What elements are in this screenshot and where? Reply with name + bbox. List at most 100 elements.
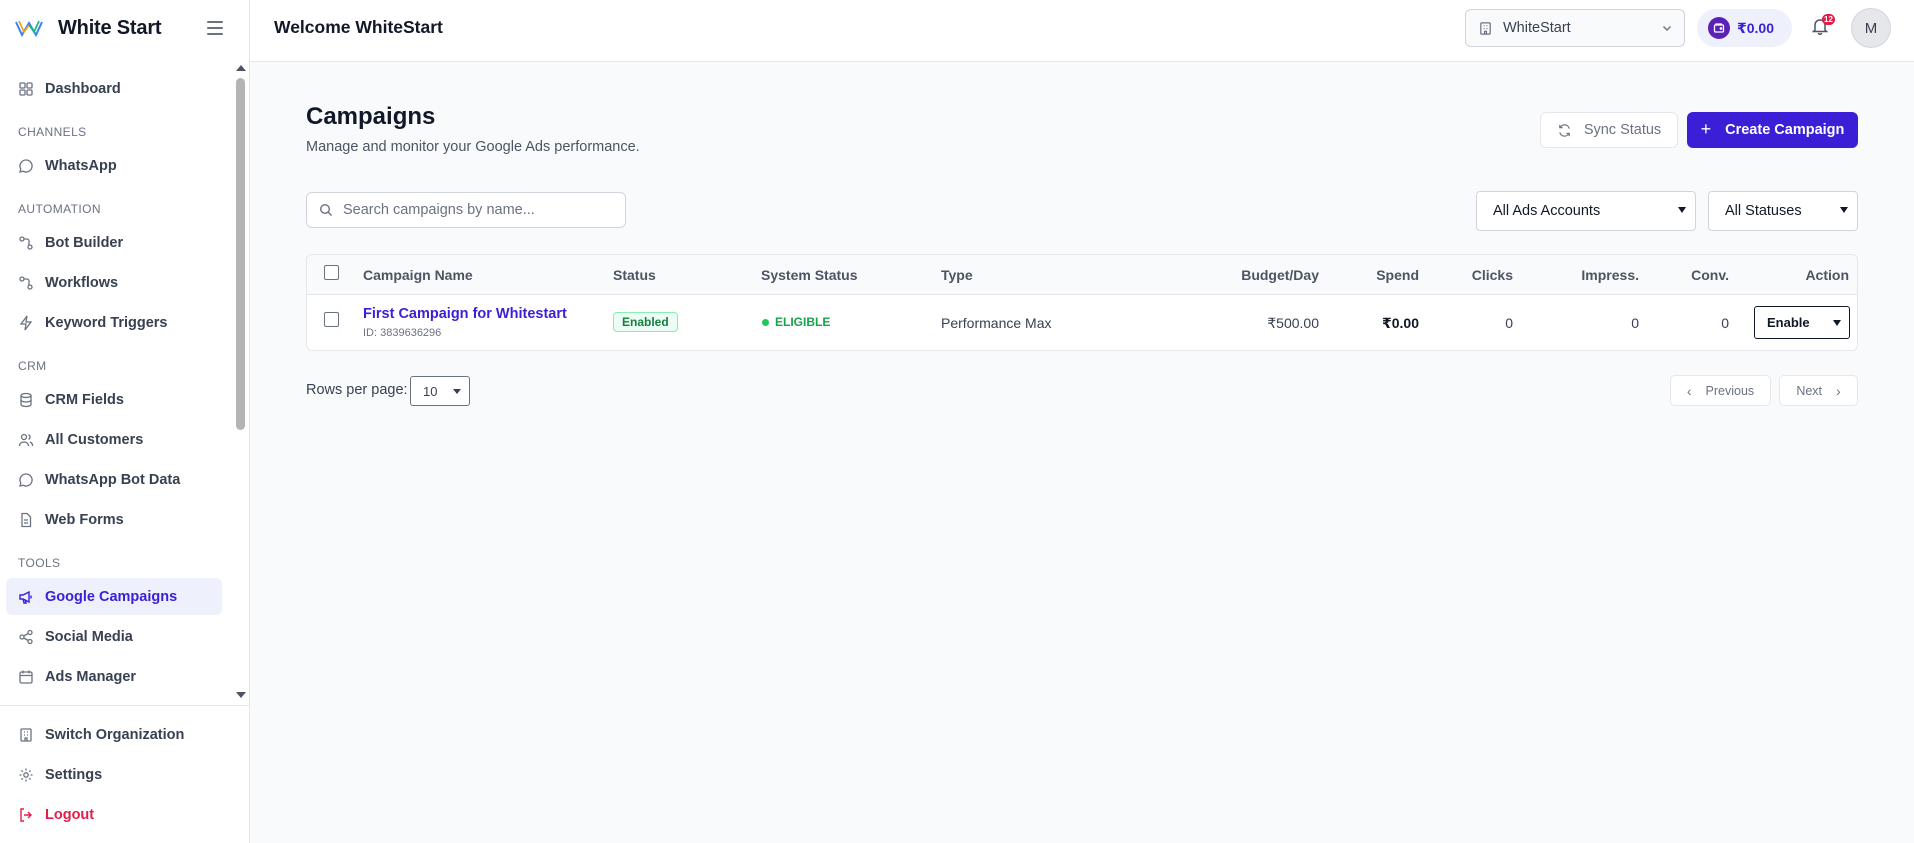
chevron-right-icon: › [1836,382,1841,399]
campaign-id: ID: 3839636296 [363,327,442,339]
ads-account-filter[interactable]: All Ads Accounts [1476,191,1696,231]
campaign-spend: ₹0.00 [1382,315,1419,331]
dashboard-icon [19,81,33,96]
create-campaign-button[interactable]: + Create Campaign [1687,112,1858,148]
campaign-type: Performance Max [941,315,1052,331]
logout-icon [20,807,32,822]
sidebar: White Start Dashboard CHANNELS WhatsApp … [0,0,250,843]
sidebar-item-dashboard[interactable]: Dashboard [6,70,222,107]
previous-label: Previous [1705,383,1755,398]
sidebar-item-label: Logout [45,806,95,823]
campaign-name-link[interactable]: First Campaign for Whitestart [363,306,567,322]
sidebar-item-label: Workflows [45,274,119,291]
sidebar-item-google-campaigns[interactable]: Google Campaigns [6,578,222,615]
section-crm: CRM [18,359,47,373]
campaign-conversions: 0 [1721,315,1729,331]
gear-icon [19,768,33,781]
sidebar-item-ads-manager[interactable]: Ads Manager [6,658,222,695]
scroll-down-arrow-icon[interactable] [236,692,246,698]
status-filter-value: All Statuses [1725,203,1802,219]
sidebar-item-label: All Customers [45,431,144,448]
col-conversions[interactable]: Conv. [1691,267,1729,283]
campaign-action-select[interactable]: Enable [1754,306,1850,339]
chevron-left-icon: ‹ [1686,382,1692,399]
organization-select[interactable]: WhiteStart [1465,9,1685,47]
calendar-icon [19,670,33,684]
sidebar-item-whatsapp-bot-data[interactable]: WhatsApp Bot Data [6,461,222,498]
users-icon [18,433,34,446]
col-action: Action [1805,267,1849,283]
col-clicks[interactable]: Clicks [1472,267,1513,283]
sidebar-item-web-forms[interactable]: Web Forms [6,501,222,538]
notification-badge: 12 [1822,14,1835,25]
plus-icon: + [1700,118,1712,139]
sidebar-item-label: Keyword Triggers [45,314,168,331]
whatsapp-icon [19,472,33,487]
section-automation: AUTOMATION [18,202,101,216]
megaphone-icon [19,590,32,604]
lightning-icon [19,315,33,330]
system-status-label: ELIGIBLE [775,315,831,329]
wallet-icon [1708,17,1730,39]
campaign-budget: ₹500.00 [1267,315,1319,331]
building-icon [20,727,32,742]
notifications-button[interactable]: 12 [1810,14,1835,38]
sidebar-item-all-customers[interactable]: All Customers [6,421,222,458]
col-system-status[interactable]: System Status [761,267,857,283]
col-campaign-name[interactable]: Campaign Name [363,267,473,283]
sync-status-button[interactable]: Sync Status [1540,112,1678,148]
sidebar-item-label: Settings [45,766,103,783]
col-status[interactable]: Status [613,267,656,283]
sidebar-item-label: Social Media [45,628,133,645]
white-start-logo-icon [15,20,43,38]
sidebar-item-social-media[interactable]: Social Media [6,618,222,655]
sidebar-item-settings[interactable]: Settings [6,756,222,793]
rows-per-page-select[interactable]: 10 [410,376,470,406]
next-page-button[interactable]: Next › [1779,375,1858,406]
sidebar-item-workflows[interactable]: Workflows [6,264,222,301]
campaign-action-value: Enable [1767,315,1810,330]
wallet-balance[interactable]: ₹0.00 [1697,9,1792,47]
sidebar-item-label: WhatsApp Bot Data [45,471,181,488]
sidebar-bottom: Switch Organization Settings Logout [0,705,250,843]
chevron-down-icon [1678,207,1686,213]
avatar[interactable]: M [1851,8,1891,48]
search-input[interactable] [343,202,613,218]
menu-toggle-icon[interactable] [207,21,223,35]
sidebar-item-label: Switch Organization [45,726,185,743]
col-budget[interactable]: Budget/Day [1241,267,1319,283]
sidebar-item-switch-organization[interactable]: Switch Organization [6,716,222,753]
sidebar-item-keyword-triggers[interactable]: Keyword Triggers [6,304,222,341]
section-tools: TOOLS [18,556,61,570]
create-campaign-label: Create Campaign [1725,122,1845,138]
rows-per-page-value: 10 [423,383,438,399]
sidebar-item-crm-fields[interactable]: CRM Fields [6,381,222,418]
sidebar-item-label: WhatsApp [45,157,117,174]
chevron-down-icon [453,389,461,394]
col-impressions[interactable]: Impress. [1581,267,1639,283]
table-header: Campaign Name Status System Status Type … [307,255,1857,295]
status-badge: Enabled [613,312,678,332]
status-dot-icon [762,318,769,326]
brand: White Start [0,0,249,56]
app-name: White Start [58,16,162,39]
share-icon [19,629,33,644]
page-subtitle: Manage and monitor your Google Ads perfo… [306,139,640,155]
row-checkbox[interactable] [324,312,339,327]
status-filter[interactable]: All Statuses [1708,191,1858,231]
col-spend[interactable]: Spend [1376,267,1419,283]
search-icon [319,203,332,216]
scroll-up-arrow-icon[interactable] [236,65,246,71]
sidebar-item-bot-builder[interactable]: Bot Builder [6,224,222,261]
chevron-down-icon [1833,320,1841,326]
previous-page-button[interactable]: ‹ Previous [1670,375,1771,406]
chevron-down-icon [1663,26,1671,31]
col-type[interactable]: Type [941,267,973,283]
scrollbar-thumb[interactable] [236,78,245,430]
select-all-checkbox[interactable] [324,265,339,280]
sidebar-item-whatsapp[interactable]: WhatsApp [6,147,222,184]
sidebar-item-logout[interactable]: Logout [6,796,222,833]
sidebar-item-label: Web Forms [45,511,124,528]
sidebar-item-label: CRM Fields [45,391,124,408]
sidebar-item-label: Bot Builder [45,234,124,251]
